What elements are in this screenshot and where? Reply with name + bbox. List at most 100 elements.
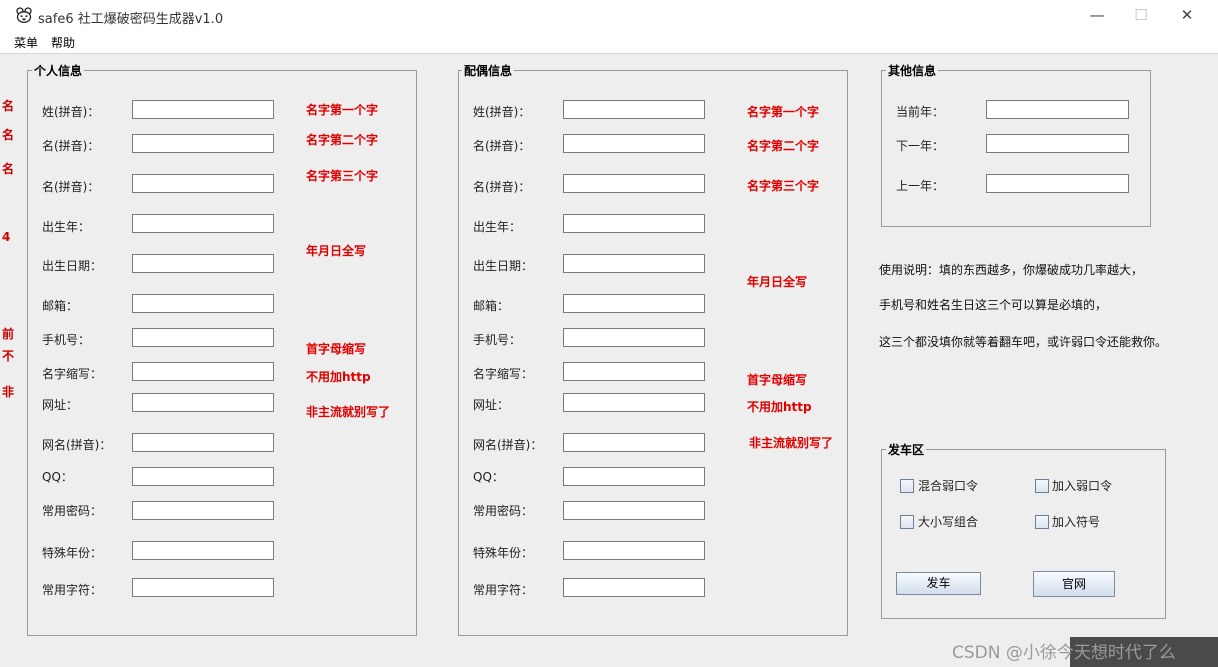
spouse-phone-input[interactable] bbox=[563, 328, 705, 347]
personal-hint-no-http: 不用加http bbox=[306, 370, 371, 384]
spouse-hint-full-date: 年月日全写 bbox=[747, 275, 808, 289]
spouse-special-year-input[interactable] bbox=[563, 541, 705, 560]
spouse-info-legend: 配偶信息 bbox=[462, 62, 515, 79]
spouse-given2-input[interactable] bbox=[563, 174, 705, 193]
personal-given1-input[interactable] bbox=[132, 134, 274, 153]
add-weak-password-checkbox[interactable] bbox=[1035, 479, 1049, 493]
spouse-website-input[interactable] bbox=[563, 393, 705, 412]
spouse-hint-first-char: 名字第一个字 bbox=[747, 105, 820, 119]
current-year-input[interactable] bbox=[986, 100, 1129, 119]
spouse-special-year-label: 特殊年份： bbox=[473, 546, 534, 560]
edge-mark: 名 bbox=[2, 128, 15, 142]
edge-mark: 前 bbox=[2, 327, 15, 341]
personal-hint-second-char: 名字第二个字 bbox=[306, 133, 379, 147]
spouse-birth-date-input[interactable] bbox=[563, 254, 705, 273]
spouse-birth-date-label: 出生日期： bbox=[473, 259, 534, 273]
personal-email-input[interactable] bbox=[132, 294, 274, 313]
personal-password-input[interactable] bbox=[132, 501, 274, 520]
add-symbols-checkbox[interactable] bbox=[1035, 515, 1049, 529]
add-symbols-label: 加入符号 bbox=[1052, 515, 1101, 529]
personal-website-input[interactable] bbox=[132, 393, 274, 412]
maximize-button[interactable]: ☐ bbox=[1118, 0, 1164, 31]
csdn-watermark: CSDN @小徐今天想时代了么 bbox=[952, 643, 1176, 663]
menu-bar: 菜单 帮助 bbox=[0, 31, 1218, 54]
spouse-qq-input[interactable] bbox=[563, 467, 705, 486]
spouse-initials-label: 名字缩写： bbox=[473, 367, 534, 381]
close-button[interactable]: ✕ bbox=[1164, 0, 1210, 31]
spouse-nickname-input[interactable] bbox=[563, 433, 705, 452]
edge-mark: 4 bbox=[2, 230, 11, 244]
menu-item-help[interactable]: 帮助 bbox=[51, 34, 75, 51]
personal-birth-year-label: 出生年： bbox=[42, 220, 91, 234]
spouse-common-chars-label: 常用字符： bbox=[473, 583, 534, 597]
add-weak-password-label: 加入弱口令 bbox=[1052, 479, 1113, 493]
personal-initials-input[interactable] bbox=[132, 362, 274, 381]
personal-qq-label: QQ： bbox=[42, 470, 73, 484]
spouse-hint-third-char: 名字第三个字 bbox=[747, 179, 820, 193]
spouse-surname-input[interactable] bbox=[563, 100, 705, 119]
personal-birth-date-input[interactable] bbox=[132, 254, 274, 273]
personal-initials-label: 名字缩写： bbox=[42, 367, 103, 381]
spouse-given2-label: 名(拼音)： bbox=[473, 180, 531, 194]
personal-birth-year-input[interactable] bbox=[132, 214, 274, 233]
personal-given2-label: 名(拼音)： bbox=[42, 180, 100, 194]
mixed-weak-password-label: 混合弱口令 bbox=[918, 479, 979, 493]
personal-website-label: 网址： bbox=[42, 398, 79, 412]
edge-mark: 名 bbox=[2, 162, 15, 176]
personal-phone-input[interactable] bbox=[132, 328, 274, 347]
personal-hint-first-char: 名字第一个字 bbox=[306, 103, 379, 117]
case-combination-checkbox[interactable] bbox=[900, 515, 914, 529]
personal-special-year-input[interactable] bbox=[132, 541, 274, 560]
spouse-nickname-label: 网名(拼音)： bbox=[473, 438, 543, 452]
personal-special-year-label: 特殊年份： bbox=[42, 546, 103, 560]
spouse-given1-label: 名(拼音)： bbox=[473, 139, 531, 153]
personal-info-legend: 个人信息 bbox=[32, 62, 85, 79]
personal-password-label: 常用密码： bbox=[42, 504, 103, 518]
spouse-password-label: 常用密码： bbox=[473, 504, 534, 518]
spouse-email-label: 邮箱： bbox=[473, 299, 510, 313]
spouse-birth-year-label: 出生年： bbox=[473, 220, 522, 234]
personal-hint-skip-nickname: 非主流就别写了 bbox=[306, 405, 391, 419]
personal-phone-label: 手机号： bbox=[42, 333, 91, 347]
personal-nickname-label: 网名(拼音)： bbox=[42, 438, 112, 452]
spouse-common-chars-input[interactable] bbox=[563, 578, 705, 597]
previous-year-label: 上一年： bbox=[896, 179, 945, 193]
personal-hint-initials: 首字母缩写 bbox=[306, 342, 367, 356]
official-site-button[interactable]: 官网 bbox=[1033, 571, 1115, 597]
spouse-initials-input[interactable] bbox=[563, 362, 705, 381]
personal-hint-third-char: 名字第三个字 bbox=[306, 169, 379, 183]
personal-email-label: 邮箱： bbox=[42, 299, 79, 313]
personal-nickname-input[interactable] bbox=[132, 433, 274, 452]
title-bar: safe6 社工爆破密码生成器v1.0 — ☐ ✕ bbox=[0, 0, 1218, 31]
instruction-line-2: 手机号和姓名生日这三个可以算是必填的， bbox=[879, 298, 1108, 312]
spouse-birth-year-input[interactable] bbox=[563, 214, 705, 233]
case-combination-label: 大小写组合 bbox=[918, 515, 979, 529]
spouse-hint-second-char: 名字第二个字 bbox=[747, 139, 820, 153]
personal-birth-date-label: 出生日期： bbox=[42, 259, 103, 273]
minimize-button[interactable]: — bbox=[1074, 0, 1120, 31]
spouse-given1-input[interactable] bbox=[563, 134, 705, 153]
previous-year-input[interactable] bbox=[986, 174, 1129, 193]
personal-common-chars-input[interactable] bbox=[132, 578, 274, 597]
launch-button[interactable]: 发车 bbox=[896, 572, 981, 595]
edge-mark: 不 bbox=[2, 349, 15, 363]
next-year-input[interactable] bbox=[986, 134, 1129, 153]
spouse-hint-initials: 首字母缩写 bbox=[747, 373, 808, 387]
edge-mark: 非 bbox=[2, 385, 15, 399]
personal-surname-label: 姓(拼音)： bbox=[42, 105, 100, 119]
personal-surname-input[interactable] bbox=[132, 100, 274, 119]
personal-qq-input[interactable] bbox=[132, 467, 274, 486]
personal-common-chars-label: 常用字符： bbox=[42, 583, 103, 597]
spouse-surname-label: 姓(拼音)： bbox=[473, 105, 531, 119]
menu-item-menu[interactable]: 菜单 bbox=[14, 34, 38, 51]
spouse-phone-label: 手机号： bbox=[473, 333, 522, 347]
spouse-hint-skip-nickname: 非主流就别写了 bbox=[749, 436, 834, 450]
spouse-email-input[interactable] bbox=[563, 294, 705, 313]
mixed-weak-password-checkbox[interactable] bbox=[900, 479, 914, 493]
launch-area-legend: 发车区 bbox=[886, 441, 927, 458]
personal-given1-label: 名(拼音)： bbox=[42, 139, 100, 153]
personal-given2-input[interactable] bbox=[132, 174, 274, 193]
spouse-hint-no-http: 不用加http bbox=[747, 400, 812, 414]
spouse-website-label: 网址： bbox=[473, 398, 510, 412]
spouse-password-input[interactable] bbox=[563, 501, 705, 520]
